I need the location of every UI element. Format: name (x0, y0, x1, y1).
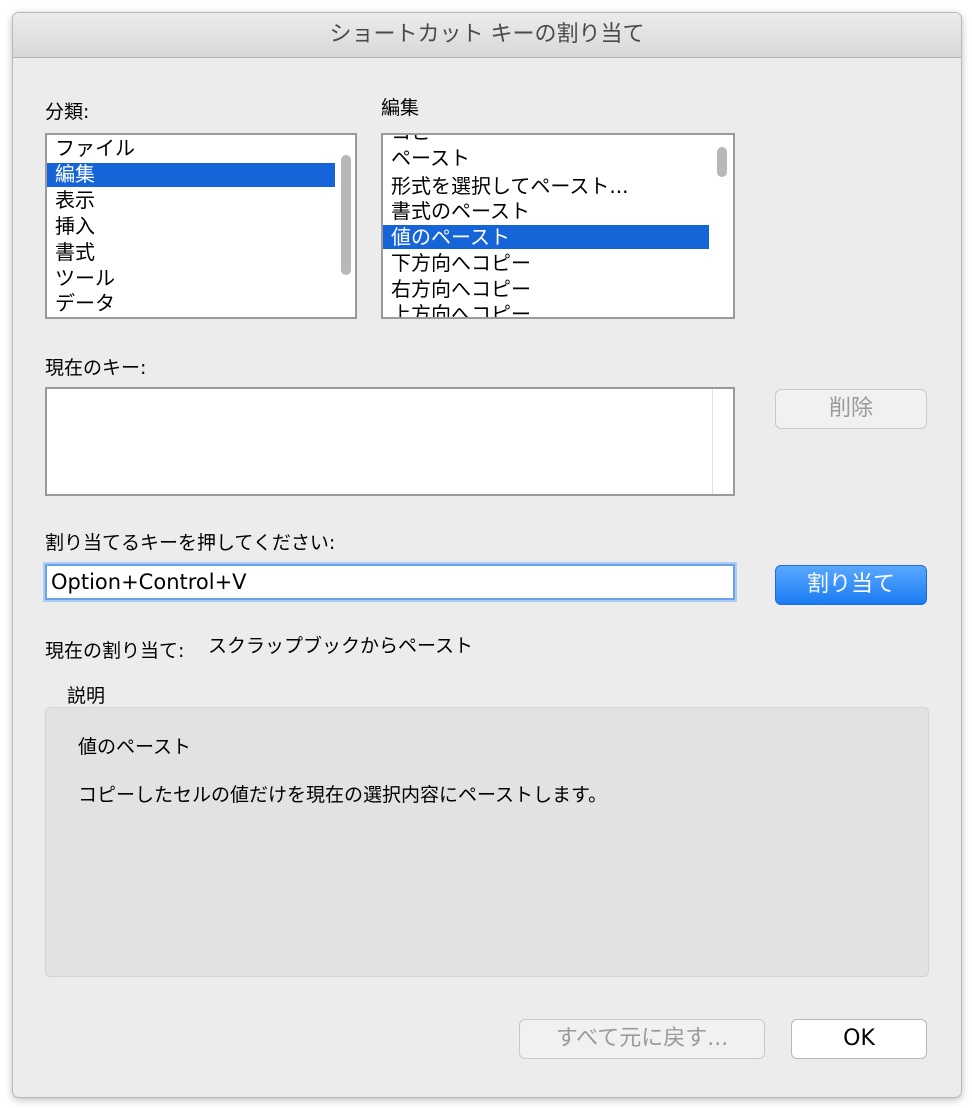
remove-button[interactable]: 削除 (775, 389, 927, 429)
commands-scrollbar[interactable] (717, 147, 727, 177)
current-assignment-value: スクラップブックからペースト (208, 635, 474, 657)
category-item[interactable]: 書式 (55, 239, 95, 265)
command-item[interactable]: 右方向へコピー (391, 276, 531, 302)
category-item-selected[interactable]: 編集 (55, 161, 95, 187)
commands-list[interactable]: コピー ペースト 形式を選択してペースト... 書式のペースト 値のペースト 下… (381, 133, 735, 319)
category-item[interactable]: データ (55, 290, 115, 316)
dialog-title: ショートカット キーの割り当て (13, 13, 961, 58)
command-item[interactable]: ペースト (391, 145, 470, 171)
command-item[interactable]: 書式のペースト (391, 198, 530, 224)
reset-all-button[interactable]: すべて元に戻す... (519, 1019, 765, 1059)
current-assignment-label: 現在の割り当て: (45, 640, 185, 662)
description-text: コピーしたセルの値だけを現在の選択内容にペーストします。 (78, 784, 608, 806)
categories-label: 分類: (45, 101, 90, 123)
command-item[interactable]: コピー (391, 135, 451, 145)
current-keys-label: 現在のキー: (45, 357, 147, 379)
description-panel: 値のペースト コピーしたセルの値だけを現在の選択内容にペーストします。 (45, 707, 929, 977)
commands-label: 編集 (381, 97, 420, 119)
shortcut-dialog: ショートカット キーの割り当て 分類: ファイル 編集 表示 挿入 書式 ツール… (12, 12, 962, 1098)
category-item[interactable]: ツール (55, 265, 115, 291)
description-title: 値のペースト (78, 736, 192, 758)
category-item[interactable]: 表示 (55, 187, 95, 213)
ok-button[interactable]: OK (791, 1019, 927, 1059)
command-item-selected[interactable]: 値のペースト (391, 224, 510, 250)
category-item[interactable]: ファイル (55, 135, 135, 161)
current-keys-list[interactable] (45, 387, 735, 496)
command-item[interactable]: 上方向へコピー (391, 301, 531, 317)
new-key-input[interactable]: Option+Control+V (45, 564, 735, 600)
category-item[interactable]: 挿入 (55, 213, 95, 239)
new-key-label: 割り当てるキーを押してください: (45, 532, 336, 554)
command-item[interactable]: 下方向へコピー (391, 250, 531, 276)
categories-list[interactable]: ファイル 編集 表示 挿入 書式 ツール データ (45, 133, 357, 319)
description-label: 説明 (67, 685, 106, 707)
assign-button[interactable]: 割り当て (775, 565, 927, 605)
categories-scrollbar[interactable] (341, 155, 351, 275)
command-item[interactable]: 形式を選択してペースト... (391, 173, 628, 199)
current-keys-scroll-track (712, 389, 713, 494)
